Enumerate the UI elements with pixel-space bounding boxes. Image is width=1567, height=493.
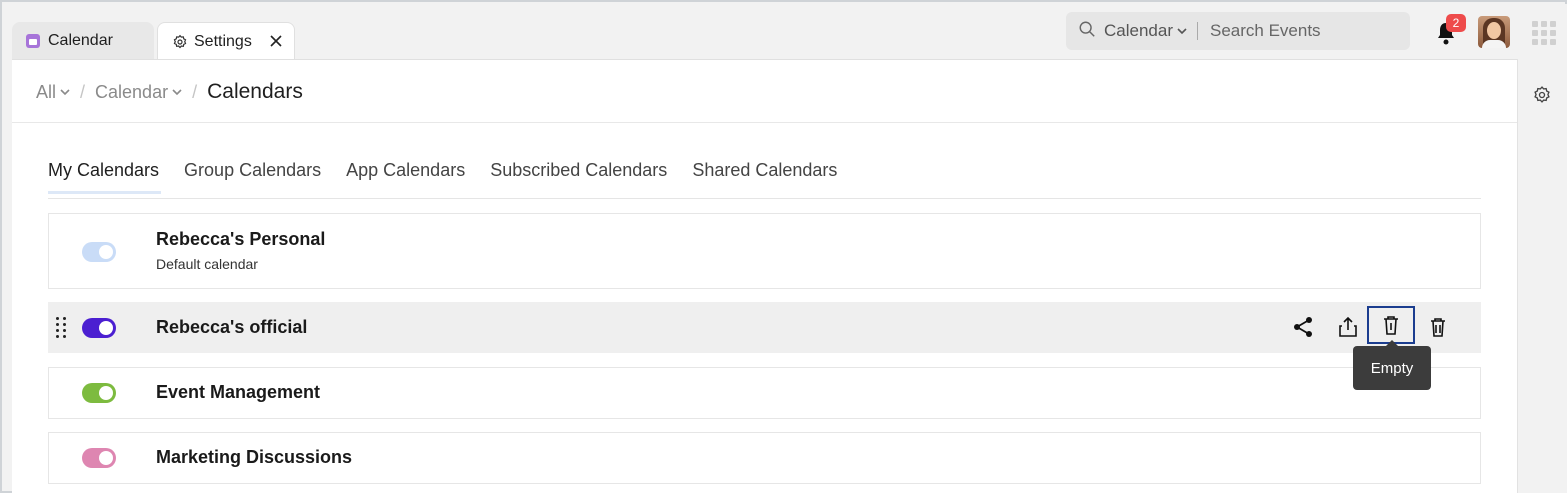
share-icon[interactable] (1291, 315, 1315, 339)
search-input[interactable]: Search Events (1210, 21, 1321, 41)
search-divider (1197, 22, 1198, 40)
tooltip: Empty (1353, 340, 1431, 390)
breadcrumb: All / Calendar / Calendars (36, 80, 303, 104)
chevron-down-icon (1177, 27, 1187, 35)
tab-settings[interactable]: Settings (157, 22, 295, 60)
chevron-down-icon (60, 88, 70, 96)
calendar-row: Rebecca's official (48, 302, 1481, 353)
breadcrumb-separator: / (80, 81, 86, 102)
top-bar: Calendar Settings Calendar Search Events (4, 4, 1567, 60)
gear-icon (172, 34, 188, 50)
search-bar[interactable]: Calendar Search Events (1066, 12, 1410, 50)
export-icon[interactable] (1336, 315, 1360, 339)
apps-grid-icon[interactable] (1532, 21, 1556, 45)
delete-icon[interactable] (1426, 315, 1450, 339)
tab-calendar[interactable]: Calendar (12, 22, 154, 60)
tab-settings-label: Settings (194, 32, 252, 50)
calendar-row: Marketing Discussions (48, 432, 1481, 484)
page-title: Calendars (207, 80, 303, 103)
breadcrumb-calendar-label: Calendar (95, 81, 169, 102)
breadcrumb-all-label: All (36, 81, 57, 102)
calendar-toggle[interactable] (82, 318, 116, 338)
calendar-category-tabs: My Calendars Group Calendars App Calenda… (48, 160, 862, 194)
search-scope-dropdown[interactable]: Calendar (1104, 21, 1187, 41)
header-divider (12, 122, 1517, 123)
calendar-toggle[interactable] (82, 242, 116, 262)
notification-badge: 2 (1446, 14, 1466, 32)
search-scope-label: Calendar (1104, 21, 1173, 40)
tab-group-calendars[interactable]: Group Calendars (184, 160, 321, 193)
calendar-name: Rebecca's official (156, 317, 308, 337)
calendar-name: Rebecca's Personal (156, 229, 326, 249)
tab-my-calendars[interactable]: My Calendars (48, 160, 162, 194)
calendar-row: Event Management (48, 367, 1481, 419)
calendar-row: Rebecca's Personal Default calendar (48, 213, 1481, 289)
breadcrumb-calendar[interactable]: Calendar (95, 82, 182, 103)
calendar-subtitle: Default calendar (156, 256, 258, 272)
drag-handle-icon[interactable] (56, 317, 66, 338)
tab-app-calendars[interactable]: App Calendars (346, 160, 465, 193)
right-sidebar (1517, 59, 1567, 493)
breadcrumb-separator: / (192, 81, 198, 102)
tab-shared-calendars[interactable]: Shared Calendars (692, 160, 837, 193)
calendar-name: Event Management (156, 382, 321, 402)
gear-icon[interactable] (1532, 85, 1552, 110)
close-icon[interactable] (266, 31, 286, 51)
calendar-name: Marketing Discussions (156, 447, 353, 467)
tab-calendar-label: Calendar (48, 32, 113, 49)
empty-trash-icon[interactable] (1367, 306, 1415, 344)
app-window: Calendar Settings Calendar Search Events (0, 0, 1567, 493)
chevron-down-icon (172, 88, 182, 96)
avatar[interactable] (1478, 16, 1510, 48)
calendar-toggle[interactable] (82, 383, 116, 403)
breadcrumb-all[interactable]: All (36, 82, 70, 103)
calendar-icon (26, 34, 40, 48)
search-icon (1078, 20, 1096, 43)
tabs-divider (48, 198, 1481, 199)
settings-panel: All / Calendar / Calendars My Calendars … (12, 59, 1517, 493)
calendar-toggle[interactable] (82, 448, 116, 468)
tab-subscribed-calendars[interactable]: Subscribed Calendars (490, 160, 667, 193)
